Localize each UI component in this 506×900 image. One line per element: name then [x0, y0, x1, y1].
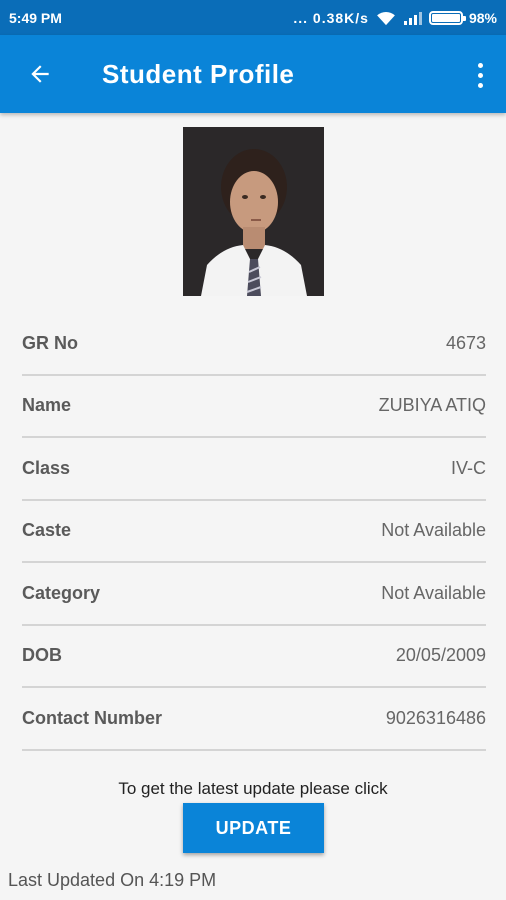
more-vert-icon — [477, 62, 483, 68]
update-hint-text: To get the latest update please click — [118, 779, 388, 798]
field-value: 9026316486 — [385, 707, 486, 728]
overflow-menu-button[interactable] — [468, 57, 492, 93]
page-title: Student Profile — [102, 58, 295, 89]
field-label: Category — [22, 582, 101, 603]
network-speed: ... 0.38K/s — [293, 9, 369, 26]
status-bar: 5:49 PM ... 0.38K/s 98% — [0, 0, 506, 35]
student-photo — [183, 127, 324, 296]
field-value: ZUBIYA ATIQ — [378, 395, 486, 416]
field-contact-number: Contact Number 9026316486 — [22, 688, 486, 751]
status-indicators: ... 0.38K/s 98% — [293, 10, 497, 26]
field-name: Name ZUBIYA ATIQ — [22, 376, 486, 438]
field-dob: DOB 20/05/2009 — [22, 626, 486, 688]
field-label: Contact Number — [22, 707, 163, 728]
field-value: Not Available — [381, 520, 486, 541]
field-caste: Caste Not Available — [22, 501, 486, 563]
battery-icon — [428, 10, 466, 25]
app-bar: Student Profile — [0, 35, 506, 113]
wifi-icon — [377, 11, 395, 25]
field-value: Not Available — [381, 582, 486, 603]
field-gr-no: GR No 4673 — [22, 313, 486, 376]
student-photo-image — [183, 127, 324, 296]
field-value: 20/05/2009 — [395, 645, 486, 666]
field-category: Category Not Available — [22, 563, 486, 626]
status-time: 5:49 PM — [9, 9, 62, 26]
update-button[interactable]: UPDATE — [183, 803, 324, 853]
field-label: Class — [22, 457, 71, 478]
field-value: 4673 — [445, 332, 486, 353]
field-value: IV-C — [450, 457, 486, 478]
profile-fields: GR No 4673 Name ZUBIYA ATIQ Class IV-C C… — [22, 313, 486, 751]
last-updated-text: Last Updated On 4:19 PM — [8, 870, 217, 890]
field-label: Name — [22, 395, 72, 416]
back-button[interactable] — [12, 46, 68, 102]
battery-percent: 98% — [468, 9, 497, 26]
field-label: Caste — [22, 520, 72, 541]
field-label: DOB — [22, 645, 62, 666]
arrow-back-icon — [31, 65, 49, 83]
signal-icon — [403, 11, 422, 25]
field-class: Class IV-C — [22, 438, 486, 501]
field-label: GR No — [22, 332, 78, 353]
